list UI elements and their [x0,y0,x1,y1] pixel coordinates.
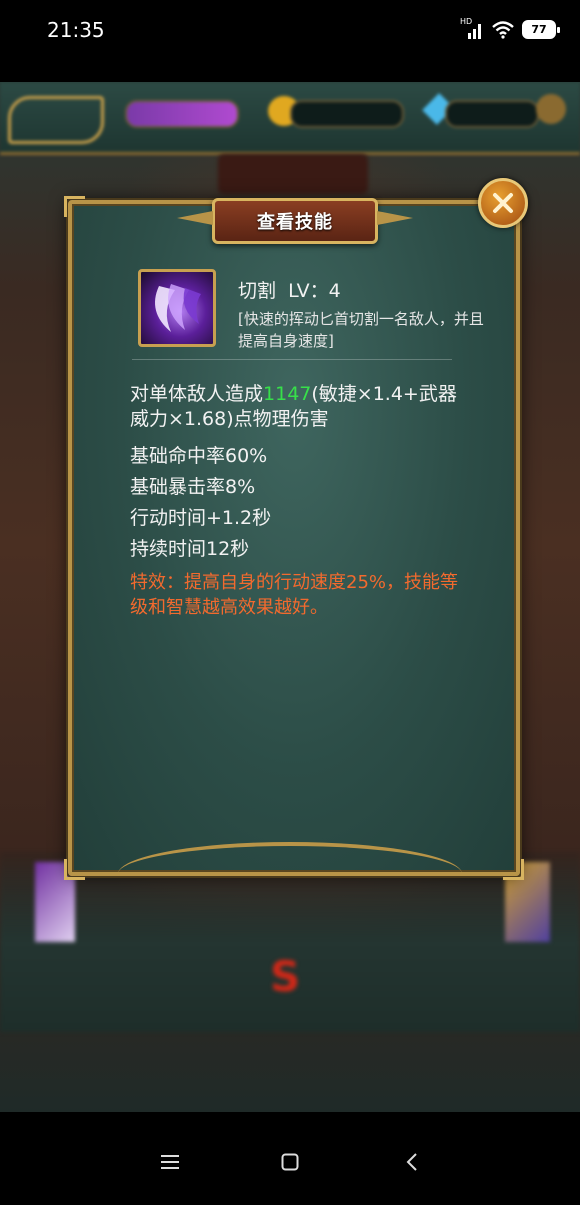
skill-level: LV：4 [288,280,341,302]
bottom-panel-blurred [0,852,580,1032]
rank-badge: S [270,952,301,1001]
damage-value: 1147 [263,383,312,405]
dialog-title-plate: 查看技能 [212,198,378,244]
slash-skill-icon [138,269,216,347]
home-square-icon [281,1153,299,1171]
home-button[interactable] [275,1147,305,1177]
skill-name-row: 切割 LV：4 [238,276,341,303]
back-nav-button[interactable] [397,1147,427,1177]
status-bar: 21:35 HD 77 [0,0,580,82]
recent-apps-button[interactable] [155,1147,185,1177]
wifi-icon [492,20,514,39]
menu-icon [161,1155,179,1169]
stat-crit-rate: 基础暴击率8% [130,476,256,498]
coin-counter [290,100,404,128]
status-icons: HD 77 [460,17,560,39]
close-button[interactable] [478,178,528,228]
back-button [8,96,104,144]
clock: 21:35 [47,18,105,42]
hero-title-blurred [218,154,368,194]
stat-duration: 持续时间12秒 [130,538,250,560]
back-chevron-icon [406,1153,417,1171]
game-top-bar [0,82,580,155]
add-icon [536,94,566,124]
close-x-icon [493,193,513,213]
energy-bar [125,100,239,128]
skill-name: 切割 [238,280,277,302]
signal-icon: HD [460,17,484,39]
frame-corner [64,859,85,880]
stat-hit-rate: 基础命中率60% [130,445,268,467]
frame-corner [64,196,85,217]
special-effect: 特效：提高自身的行动速度25%，技能等级和智慧越高效果越好。 [130,572,459,618]
frame-corner [503,859,524,880]
dialog-title: 查看技能 [257,212,333,233]
skill-dialog: 查看技能 切割 LV：4 [快速的挥动匕首切割一名敌人，并且提高自身速度] 对单… [64,196,524,880]
skill-description: [快速的挥动匕首切割一名敌人，并且提高自身速度] [238,310,484,350]
damage-text: 对单体敌人造成1147(敏捷×1.4+武器威力×1.68)点物理伤害 [130,383,457,430]
stat-action-time: 行动时间+1.2秒 [130,507,272,529]
battery-icon: 77 [522,20,560,39]
divider [132,359,452,360]
navigation-bar [0,1112,580,1205]
gem-counter [445,100,539,128]
